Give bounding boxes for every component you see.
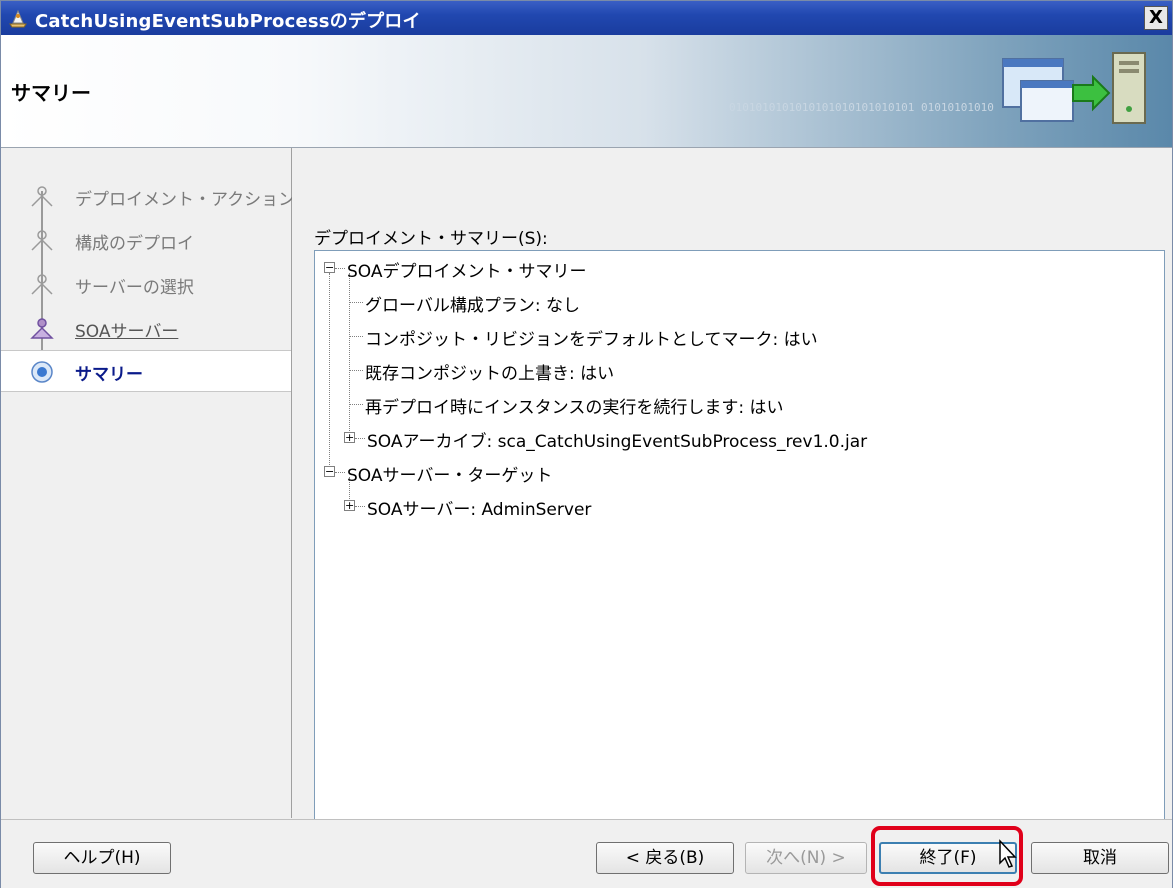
step-configure-deploy[interactable]: 構成のデプロイ <box>1 220 291 260</box>
banner-binary-decoration: 0101010101010101010101010101 01010101010 <box>729 101 994 114</box>
step-done-icon <box>30 318 54 339</box>
step-label: サマリー <box>75 365 143 385</box>
step-visited-icon <box>31 186 53 207</box>
deployment-summary-label: デプロイメント・サマリー(S): <box>314 229 548 249</box>
step-visited-icon <box>31 230 53 251</box>
step-current-icon <box>31 361 53 383</box>
tree-connector <box>329 273 330 473</box>
wizard-steps-panel: デプロイメント・アクション 構成のデプロイ サーバーの選択 SOAサーバー サマ… <box>1 148 295 818</box>
step-summary[interactable]: サマリー <box>1 350 291 392</box>
app-icon <box>9 9 27 28</box>
deployment-summary-tree[interactable]: − SOAデプロイメント・サマリー グローバル構成プラン: なし コンポジット・… <box>314 250 1165 820</box>
deploy-wizard-icon <box>1002 52 1146 124</box>
back-button[interactable]: < 戻る(B) <box>596 842 734 874</box>
content-panel: デプロイメント・サマリー(S): − SOAデプロイメント・サマリー グローバル… <box>292 148 1172 820</box>
step-label: サーバーの選択 <box>75 278 194 298</box>
step-soa-server[interactable]: SOAサーバー <box>1 308 291 348</box>
mouse-cursor-icon <box>999 839 1017 868</box>
collapse-icon[interactable]: − <box>324 262 335 273</box>
step-visited-icon <box>31 274 53 295</box>
step-select-server[interactable]: サーバーの選択 <box>1 264 291 304</box>
next-button[interactable]: 次へ(N) > <box>745 842 867 874</box>
expand-icon[interactable]: + <box>344 500 355 511</box>
step-deployment-action[interactable]: デプロイメント・アクション <box>1 176 295 216</box>
help-button[interactable]: ヘルプ(H) <box>33 842 171 874</box>
window-title: CatchUsingEventSubProcessのデプロイ <box>35 11 421 32</box>
title-bar[interactable]: CatchUsingEventSubProcessのデプロイ X <box>1 1 1172 35</box>
deploy-dialog: CatchUsingEventSubProcessのデプロイ X サマリー 01… <box>0 0 1173 888</box>
cancel-button[interactable]: 取消 <box>1031 842 1169 874</box>
expand-icon[interactable]: + <box>344 432 355 443</box>
collapse-icon[interactable]: − <box>324 466 335 477</box>
tree-connector <box>349 273 350 439</box>
step-label: 構成のデプロイ <box>75 234 194 254</box>
step-label: デプロイメント・アクション <box>75 190 296 210</box>
header-banner: サマリー 0101010101010101010101010101 010101… <box>1 35 1172 148</box>
close-button[interactable]: X <box>1144 6 1168 30</box>
page-title: サマリー <box>11 81 91 105</box>
step-label: SOAサーバー <box>75 322 179 342</box>
